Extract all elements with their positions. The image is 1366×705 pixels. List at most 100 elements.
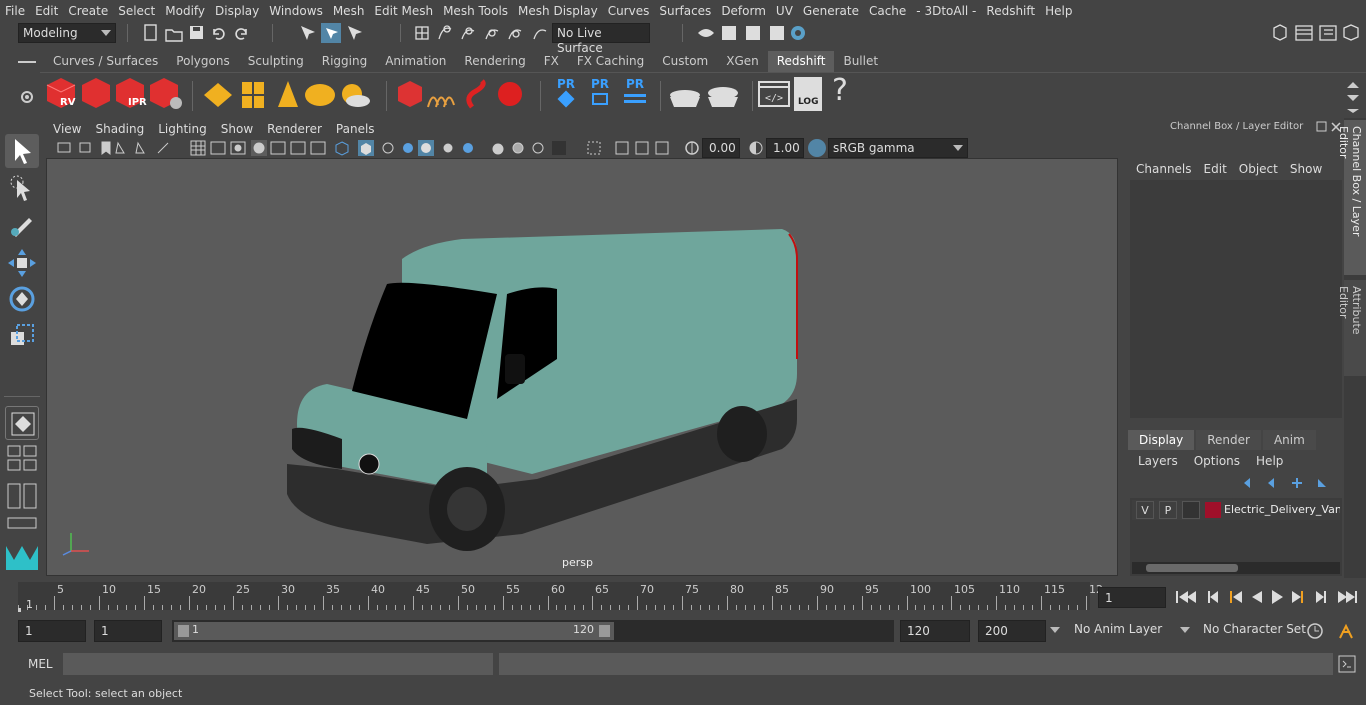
- pr-button-3[interactable]: PR: [622, 77, 648, 103]
- menu-windows[interactable]: Windows: [264, 4, 328, 18]
- viewport-menu-shading[interactable]: Shading: [88, 122, 151, 136]
- range-slider-bar[interactable]: 1 120: [174, 622, 614, 640]
- exposure-icon[interactable]: [684, 140, 700, 156]
- playback-controls[interactable]: [1174, 588, 1360, 606]
- current-frame-field[interactable]: 1: [1098, 587, 1166, 608]
- shelf-tab-xgen[interactable]: XGen: [717, 51, 768, 72]
- menu-curves[interactable]: Curves: [603, 4, 655, 18]
- scale-tool-button[interactable]: [5, 318, 39, 352]
- layer-menu-layers[interactable]: Layers: [1130, 454, 1186, 468]
- redshift-object-icons[interactable]: [394, 77, 534, 115]
- menu-mesh[interactable]: Mesh: [328, 4, 370, 18]
- playback-end-field[interactable]: 120: [900, 620, 970, 642]
- viewport-3d[interactable]: persp: [46, 158, 1118, 576]
- layer-playback-toggle[interactable]: P: [1159, 501, 1177, 519]
- start-time-field[interactable]: 1: [18, 620, 86, 642]
- bake-pie-icons[interactable]: [668, 79, 742, 113]
- viewport-menu-panels[interactable]: Panels: [329, 122, 382, 136]
- channel-menu-show[interactable]: Show: [1284, 162, 1328, 176]
- layer-tab-anim[interactable]: Anim: [1262, 430, 1316, 450]
- menu-edit-mesh[interactable]: Edit Mesh: [369, 4, 438, 18]
- viewport-menu-view[interactable]: View: [46, 122, 88, 136]
- channel-box-area[interactable]: [1130, 180, 1342, 418]
- layer-name[interactable]: Electric_Delivery_Van_S: [1224, 500, 1340, 520]
- menu-cache[interactable]: Cache: [864, 4, 911, 18]
- channel-menu-edit[interactable]: Edit: [1198, 162, 1233, 176]
- layer-tab-display[interactable]: Display: [1128, 430, 1195, 450]
- menu-modify[interactable]: Modify: [160, 4, 210, 18]
- menu-uv[interactable]: UV: [771, 4, 798, 18]
- end-time-field[interactable]: 200: [978, 620, 1046, 642]
- exposure-field[interactable]: 0.00: [702, 138, 740, 158]
- viewport-toolbar-icons[interactable]: [56, 139, 696, 157]
- layer-menu-help[interactable]: Help: [1248, 454, 1291, 468]
- anim-layer-arrow[interactable]: [1180, 627, 1190, 633]
- last-tool-button[interactable]: [5, 406, 39, 440]
- file-buttons[interactable]: [142, 24, 262, 42]
- menu-3dtoall[interactable]: - 3DtoAll -: [911, 4, 981, 18]
- menu-display[interactable]: Display: [210, 4, 264, 18]
- selection-mask-icons[interactable]: [298, 23, 368, 43]
- time-slider[interactable]: 5 10 15 20 25 30 35 40 45 50 55 60 65 70 75 80 85 90 95 100…: [18, 582, 1103, 610]
- playback-start-field[interactable]: 1: [94, 620, 162, 642]
- redshift-render-cubes[interactable]: [44, 75, 184, 115]
- viewport-menu-lighting[interactable]: Lighting: [151, 122, 214, 136]
- layer-row[interactable]: V P Electric_Delivery_Van_S: [1132, 500, 1340, 520]
- pr-button-2[interactable]: PR: [588, 77, 612, 105]
- auto-key-and-prefs-icons[interactable]: [1306, 622, 1358, 640]
- shelf-scroll-arrows[interactable]: [1344, 79, 1362, 113]
- menu-select[interactable]: Select: [113, 4, 160, 18]
- viewport-menu-show[interactable]: Show: [214, 122, 260, 136]
- shelf-tab-custom[interactable]: Custom: [653, 51, 717, 72]
- shelf-tab-rigging[interactable]: Rigging: [313, 51, 376, 72]
- van-model[interactable]: [47, 159, 1117, 575]
- shelf-tab-fx-caching[interactable]: FX Caching: [568, 51, 653, 72]
- layout-preset-icons[interactable]: [6, 444, 40, 534]
- snap-icons[interactable]: [412, 23, 548, 43]
- shelf-tab-fx[interactable]: FX: [535, 51, 568, 72]
- help-button[interactable]: ?: [832, 73, 848, 108]
- menu-file[interactable]: File: [0, 4, 30, 18]
- menu-create[interactable]: Create: [63, 4, 113, 18]
- mel-label[interactable]: MEL: [28, 657, 53, 671]
- shelf-tab-curves-surfaces[interactable]: Curves / Surfaces: [44, 51, 167, 72]
- layer-color-swatch[interactable]: [1205, 502, 1221, 518]
- playhead[interactable]: [18, 608, 21, 612]
- end-time-dropdown-arrow[interactable]: [1050, 627, 1060, 633]
- pr-button-1[interactable]: PR: [556, 77, 576, 108]
- menu-mesh-tools[interactable]: Mesh Tools: [438, 4, 513, 18]
- channel-menu-channels[interactable]: Channels: [1130, 162, 1198, 176]
- shelf-tab-polygons[interactable]: Polygons: [167, 51, 238, 72]
- shelf-tab-redshift[interactable]: Redshift: [767, 51, 835, 72]
- layer-menu-options[interactable]: Options: [1186, 454, 1248, 468]
- paint-select-button[interactable]: [5, 208, 39, 242]
- lasso-tool-button[interactable]: [5, 172, 39, 206]
- menu-deform[interactable]: Deform: [716, 4, 771, 18]
- redshift-light-icons[interactable]: [202, 77, 372, 115]
- color-management-icon[interactable]: [808, 139, 826, 157]
- side-tab-channel-box[interactable]: Channel Box / Layer Editor: [1337, 120, 1366, 275]
- shelf-tab-animation[interactable]: Animation: [376, 51, 455, 72]
- character-set-dropdown[interactable]: No Character Set: [1203, 622, 1306, 636]
- log-button[interactable]: LOG: [794, 77, 822, 111]
- gamma-field[interactable]: 1.00: [766, 138, 804, 158]
- shelf-tab-rendering[interactable]: Rendering: [455, 51, 534, 72]
- layer-visibility-toggle[interactable]: V: [1136, 501, 1154, 519]
- shelf-tab-bullet[interactable]: Bullet: [834, 51, 887, 72]
- menu-help[interactable]: Help: [1040, 4, 1077, 18]
- channel-menu-object[interactable]: Object: [1233, 162, 1284, 176]
- menu-redshift[interactable]: Redshift: [981, 4, 1040, 18]
- rotate-tool-button[interactable]: [5, 282, 39, 316]
- anim-layer-dropdown[interactable]: No Anim Layer: [1074, 622, 1162, 636]
- shelf-tab-sculpting[interactable]: Sculpting: [239, 51, 313, 72]
- viewport-menu-renderer[interactable]: Renderer: [260, 122, 329, 136]
- colorspace-dropdown[interactable]: sRGB gamma: [828, 138, 968, 158]
- layer-scrollbar[interactable]: [1132, 562, 1340, 574]
- layer-tab-render[interactable]: Render: [1196, 430, 1261, 450]
- panel-toggle-icons[interactable]: [1270, 23, 1366, 43]
- menu-mesh-display[interactable]: Mesh Display: [513, 4, 603, 18]
- range-slider[interactable]: 1 120: [172, 620, 894, 642]
- menu-edit[interactable]: Edit: [30, 4, 63, 18]
- menu-surfaces[interactable]: Surfaces: [654, 4, 716, 18]
- shelf-options-icon[interactable]: [18, 55, 36, 69]
